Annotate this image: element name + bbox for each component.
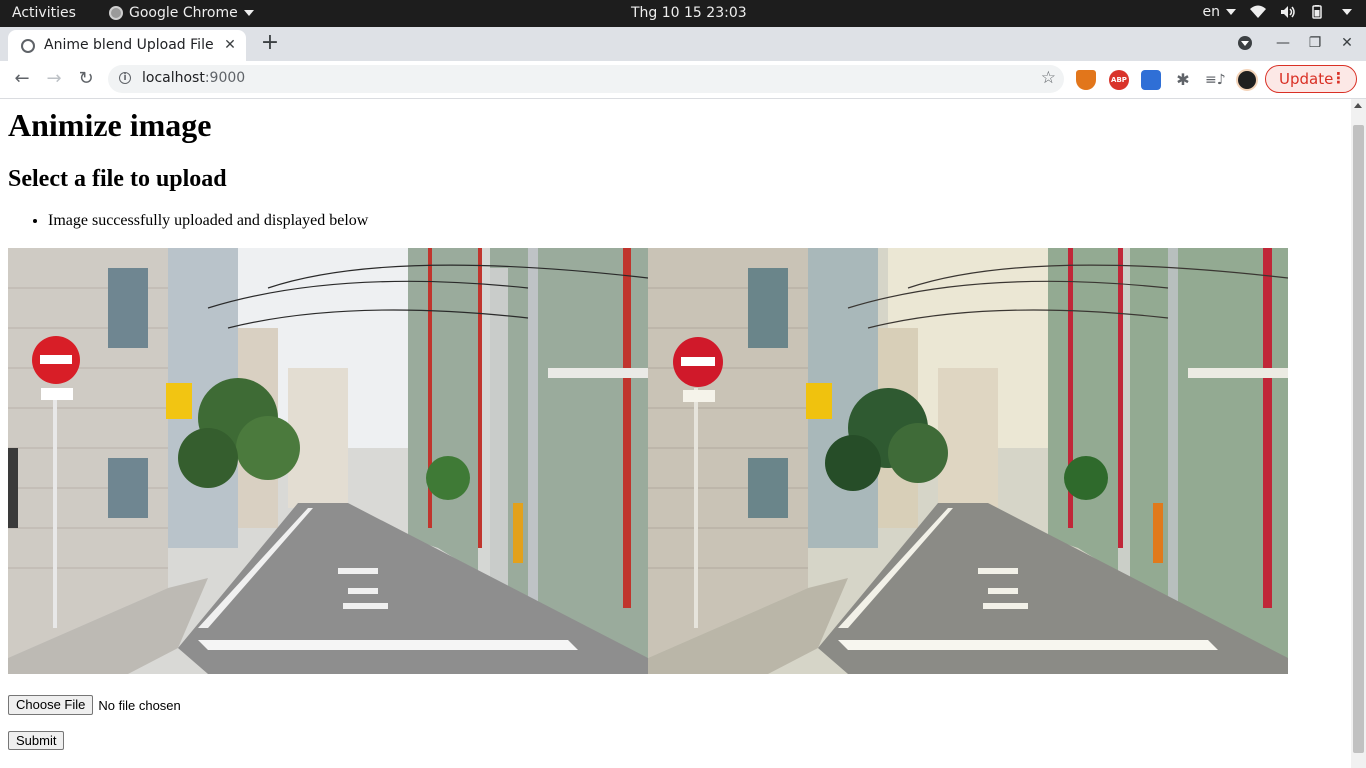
page-title: Animize image <box>8 107 212 143</box>
profile-avatar[interactable] <box>1236 69 1258 91</box>
bookmark-star-icon[interactable]: ☆ <box>1041 68 1056 88</box>
input-language-indicator[interactable]: en <box>1202 4 1236 20</box>
scrollbar-thumb[interactable] <box>1353 125 1364 753</box>
volume-icon <box>1281 6 1295 18</box>
close-icon[interactable]: ✕ <box>220 35 240 55</box>
new-tab-button[interactable]: + <box>258 31 282 55</box>
globe-icon <box>21 39 35 53</box>
original-photo <box>8 248 648 674</box>
chrome-app-icon <box>109 6 123 20</box>
upload-heading: Select a file to upload <box>8 166 227 192</box>
system-top-bar: Activities Google Chrome Thg 10 15 23:03… <box>0 0 1366 27</box>
window-close-button[interactable]: ✕ <box>1337 33 1357 53</box>
file-input[interactable]: Choose File No file chosen <box>8 695 181 715</box>
tab-search-icon <box>1238 36 1252 50</box>
chevron-down-icon <box>1342 9 1352 15</box>
page-viewport: Animize image Select a file to upload Im… <box>0 99 1351 768</box>
back-button[interactable]: ← <box>10 67 34 91</box>
extensions-icon[interactable]: ✱ <box>1173 70 1193 90</box>
page-scrollbar[interactable] <box>1351 99 1366 768</box>
more-vert-icon: ⋮ <box>1331 69 1346 87</box>
scroll-up-arrow-icon[interactable] <box>1354 103 1362 108</box>
adblock-plus-extension-icon[interactable]: ABP <box>1109 70 1129 90</box>
choose-file-button[interactable]: Choose File <box>8 695 94 715</box>
chevron-down-icon <box>243 10 254 16</box>
flash-message: Image successfully uploaded and displaye… <box>48 212 368 230</box>
wifi-icon <box>1250 5 1266 18</box>
address-bar[interactable]: i localhost:9000 ☆ <box>108 65 1064 93</box>
chevron-down-icon <box>1226 9 1236 15</box>
battery-icon <box>1312 5 1322 19</box>
media-control-icon[interactable]: ≡♪ <box>1205 70 1226 90</box>
metamask-extension-icon[interactable] <box>1076 70 1096 90</box>
minimize-button[interactable]: — <box>1273 33 1293 53</box>
result-images <box>8 248 1288 674</box>
flash-messages: Image successfully uploaded and displaye… <box>8 212 368 230</box>
app-menu-label: Google Chrome <box>129 5 238 21</box>
tab-title: Anime blend Upload File <box>44 37 214 53</box>
restore-button[interactable]: ❐ <box>1305 33 1325 53</box>
submit-row: Submit <box>8 731 65 750</box>
browser-toolbar: ← → ↻ i localhost:9000 ☆ ABP ✱ ≡♪ Update… <box>0 61 1366 99</box>
animized-photo <box>648 248 1288 674</box>
tab-search-button[interactable] <box>1235 33 1255 53</box>
system-tray[interactable]: en <box>1202 4 1352 20</box>
blue-extension-icon[interactable] <box>1141 70 1161 90</box>
url-text[interactable]: localhost:9000 <box>142 70 245 86</box>
url-host: localhost <box>142 70 205 86</box>
tab-strip: Anime blend Upload File ✕ + — ❐ ✕ <box>0 27 1366 61</box>
file-status: No file chosen <box>98 697 181 713</box>
update-button[interactable]: Update ⋮ <box>1265 65 1357 93</box>
language-label: en <box>1202 4 1221 20</box>
url-port: :9000 <box>204 70 246 86</box>
submit-button[interactable]: Submit <box>8 731 65 750</box>
app-menu[interactable]: Google Chrome <box>109 5 254 21</box>
update-label: Update <box>1279 70 1334 88</box>
reload-button[interactable]: ↻ <box>74 67 98 91</box>
tab-anime-blend[interactable]: Anime blend Upload File ✕ <box>8 30 246 61</box>
info-icon[interactable]: i <box>119 72 131 84</box>
activities-button[interactable]: Activities <box>12 5 76 21</box>
clock[interactable]: Thg 10 15 23:03 <box>631 5 747 21</box>
forward-button[interactable]: → <box>42 67 66 91</box>
